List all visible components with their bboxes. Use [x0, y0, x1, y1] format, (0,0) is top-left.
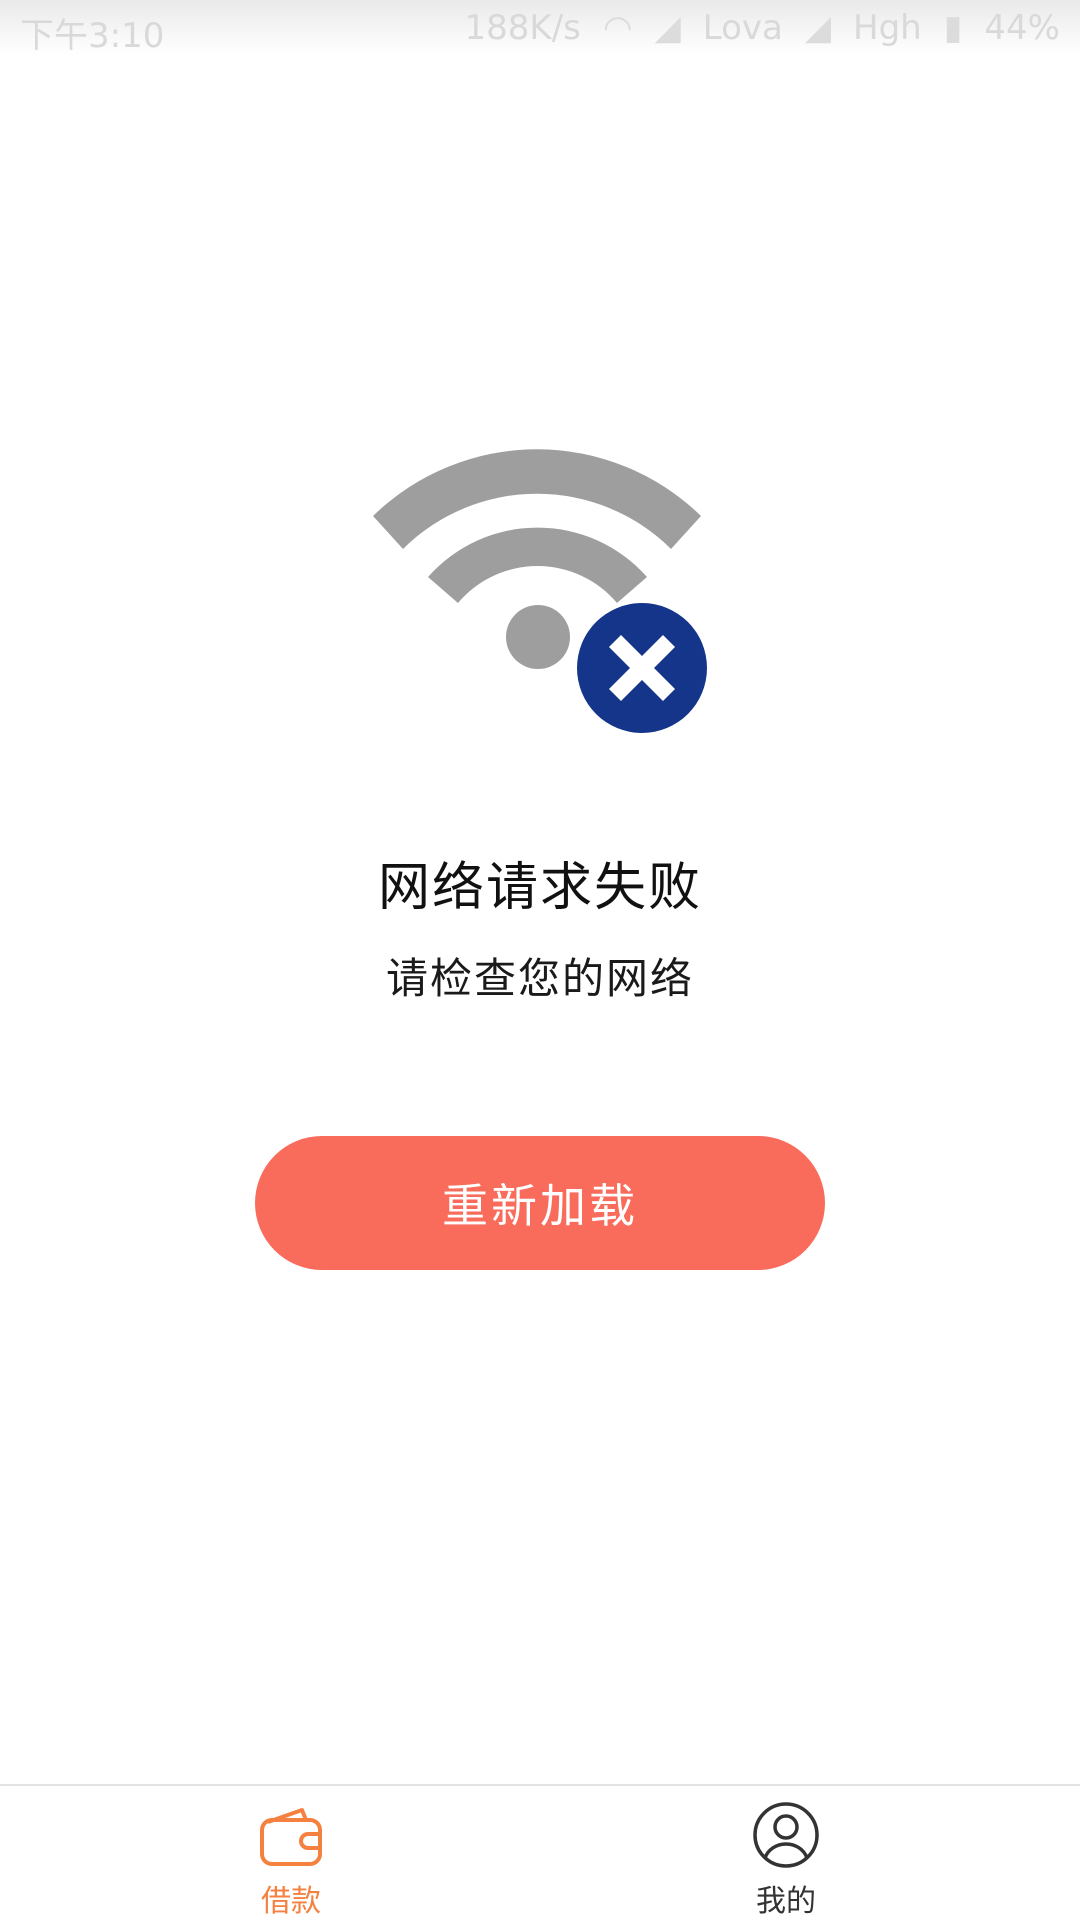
status-battery: 44%: [984, 8, 1060, 48]
cell-signal-2-icon: ◢: [804, 8, 831, 48]
status-indicators: 188K/s ◠ ◢ Lova ◢ Hgh ▮ 44%: [465, 8, 1060, 48]
tab-loan[interactable]: 借款: [191, 1786, 391, 1920]
wallet-icon: [260, 1808, 322, 1866]
network-error-screen: 下午3:10 188K/s ◠ ◢ Lova ◢ Hgh ▮ 44% 网络请求失…: [0, 0, 1080, 1920]
reload-button[interactable]: 重新加载: [255, 1136, 825, 1270]
cell-signal-icon: ◢: [654, 8, 681, 48]
error-title: 网络请求失败: [377, 858, 702, 918]
bottom-tab-bar: 借款 我的: [0, 1784, 1080, 1920]
wifi-signal-icon: ◠: [602, 8, 633, 48]
tab-loan-label: 借款: [261, 1884, 321, 1919]
wifi-off-icon: [373, 449, 707, 733]
status-net-speed: 188K/s: [464, 8, 581, 48]
status-carrier-1: Lova: [702, 8, 783, 48]
error-subtitle: 请检查您的网络: [385, 954, 694, 1003]
user-profile-icon: [753, 1802, 819, 1868]
battery-icon: ▮: [943, 8, 963, 48]
tab-mine[interactable]: 我的: [686, 1786, 886, 1920]
status-time: 下午3:10: [20, 16, 165, 56]
status-carrier-2: Hgh: [853, 8, 922, 48]
tab-mine-label: 我的: [756, 1884, 816, 1919]
status-bar: 下午3:10 188K/s ◠ ◢ Lova ◢ Hgh ▮ 44%: [0, 0, 1080, 56]
